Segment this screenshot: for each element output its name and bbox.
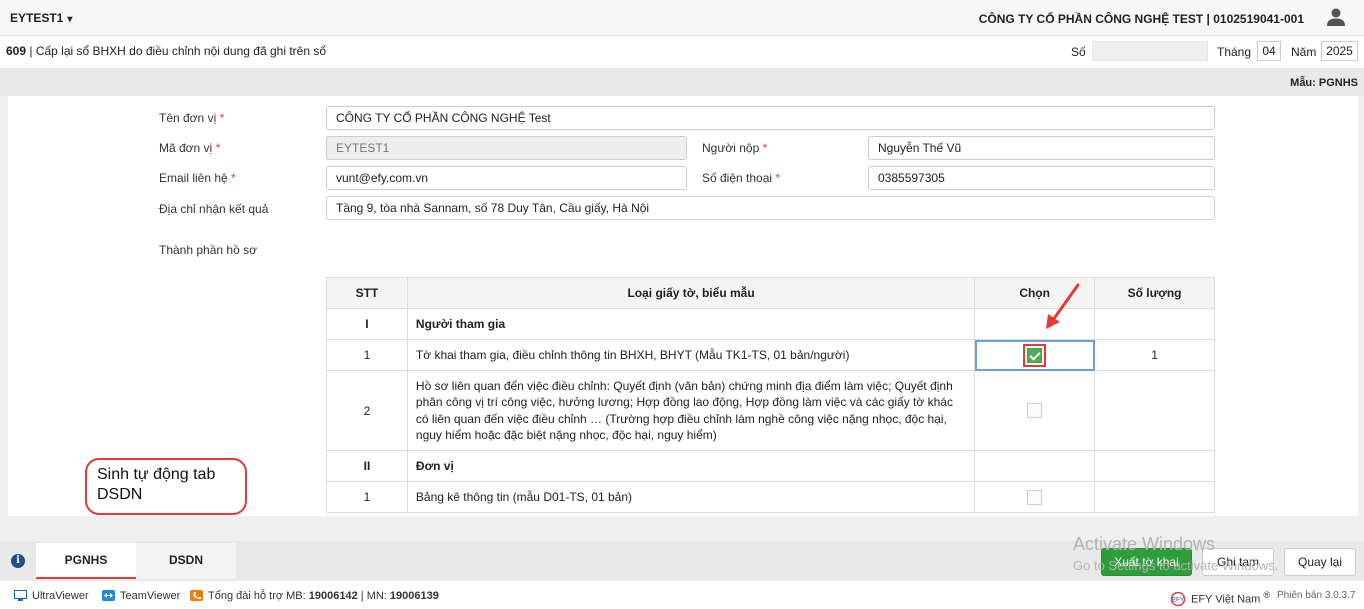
- row-chon: [974, 481, 1096, 513]
- brand: EFY EFY Việt Nam ®: [1170, 590, 1270, 606]
- highlight-box: [1023, 343, 1047, 367]
- row-qty[interactable]: [1094, 481, 1215, 513]
- tab-dsdn[interactable]: DSDN: [136, 543, 236, 579]
- row-stt: 1: [326, 339, 408, 371]
- thanh-phan-label: Thành phần hồ sơ: [159, 243, 257, 257]
- company-name: CÔNG TY CỔ PHẦN CÔNG NGHỆ TEST | 0102519…: [978, 12, 1304, 26]
- email-label: Email liên hệ *: [159, 171, 236, 185]
- thang-field[interactable]: 04: [1257, 41, 1281, 61]
- thang-label: Tháng: [1217, 45, 1252, 59]
- back-button[interactable]: Quay lại: [1284, 548, 1356, 576]
- chevron-down-icon: ▾: [67, 14, 73, 25]
- teamviewer-icon: [102, 590, 115, 601]
- form-name: | Cấp lại sổ BHXH do điều chỉnh nội dung…: [26, 44, 327, 58]
- template-strip: Mẫu: PGNHS: [0, 68, 1364, 96]
- activation-watermark-title: Activate Windows: [1073, 534, 1216, 554]
- table-row: 2 Hồ sơ liên quan đến việc điều chỉnh: Q…: [326, 370, 1215, 451]
- ma-don-vi-label: Mã đơn vị *: [159, 141, 221, 155]
- nguoi-nop-label: Người nộp *: [702, 141, 768, 155]
- version-label: Phiên bản 3.0.3.7: [1277, 590, 1356, 601]
- row-stt: 1: [326, 481, 408, 513]
- form-header: 609 | Cấp lại sổ BHXH do điều chỉnh nội …: [0, 36, 1364, 68]
- info-icon[interactable]: i: [11, 554, 25, 568]
- dia-chi-input[interactable]: Tầng 9, tòa nhà Sannam, số 78 Duy Tân, C…: [326, 196, 1215, 220]
- activation-watermark-text: Go to Settings to activate Windows.: [1073, 558, 1279, 573]
- table-row: 1 Bảng kê thông tin (mẫu D01-TS, 01 bản): [326, 481, 1215, 513]
- form-code: 609: [6, 44, 27, 58]
- ultraviewer-link[interactable]: UltraViewer: [14, 590, 89, 602]
- row-stt: 2: [326, 370, 408, 451]
- template-label: Mẫu: PGNHS: [1290, 77, 1358, 89]
- ma-don-vi-input: EYTEST1: [326, 136, 687, 160]
- row-chon: [974, 450, 1096, 482]
- col-so-luong: Số lượng: [1094, 277, 1215, 309]
- select-checkbox-checked[interactable]: [1027, 347, 1043, 363]
- annotation-callout: Sinh tự động tab DSDN: [85, 458, 247, 515]
- user-icon[interactable]: [1326, 7, 1346, 27]
- dia-chi-label: Địa chỉ nhận kết quả: [159, 202, 269, 216]
- row-stt: II: [326, 450, 408, 482]
- row-name: Người tham gia: [406, 308, 976, 340]
- top-bar: EYTEST1 ▾ CÔNG TY CỔ PHẦN CÔNG NGHỆ TEST …: [0, 0, 1364, 36]
- hotline: Tổng đài hỗ trợ MB: 19006142 | MN: 19006…: [190, 590, 439, 602]
- row-name: Tờ khai tham gia, điều chỉnh thông tin B…: [406, 339, 976, 371]
- so-dien-thoai-label: Số điện thoại *: [702, 171, 781, 185]
- nam-field[interactable]: 2025: [1321, 41, 1358, 61]
- tenant-name: EYTEST1: [10, 11, 64, 25]
- svg-text:EFY: EFY: [1172, 597, 1184, 603]
- ultraviewer-icon: [14, 590, 27, 601]
- row-stt: I: [326, 308, 408, 340]
- row-name: Đơn vị: [406, 450, 976, 482]
- row-chon: [974, 339, 1096, 371]
- so-field[interactable]: [1092, 41, 1208, 61]
- ten-don-vi-input[interactable]: CÔNG TY CỔ PHẦN CÔNG NGHỆ Test: [326, 106, 1215, 130]
- col-loai-giay-to: Loại giấy tờ, biểu mẫu: [406, 277, 976, 309]
- footer: UltraViewer TeamViewer Tổng đài hỗ trợ M…: [0, 581, 1364, 609]
- col-stt: STT: [326, 277, 408, 309]
- form-title: 609 | Cấp lại sổ BHXH do điều chỉnh nội …: [6, 44, 326, 58]
- nam-label: Năm: [1291, 45, 1317, 59]
- table-row: II Đơn vị: [326, 450, 1215, 482]
- row-chon: [974, 370, 1096, 451]
- teamviewer-link[interactable]: TeamViewer: [102, 590, 180, 602]
- row-name: Hồ sơ liên quan đến việc điều chỉnh: Quy…: [406, 370, 976, 451]
- row-qty[interactable]: 1: [1094, 339, 1215, 371]
- ten-don-vi-label: Tên đơn vị *: [159, 111, 225, 125]
- nguoi-nop-input[interactable]: Nguyễn Thế Vũ: [868, 136, 1215, 160]
- annotation-arrow: [1046, 283, 1080, 329]
- so-dien-thoai-input[interactable]: 0385597305: [868, 166, 1215, 190]
- row-qty: [1094, 308, 1215, 340]
- select-checkbox[interactable]: [1027, 489, 1043, 505]
- form-content: Tên đơn vị * CÔNG TY CỔ PHẦN CÔNG NGHỆ T…: [8, 96, 1358, 516]
- phone-icon: [190, 590, 203, 601]
- row-name: Bảng kê thông tin (mẫu D01-TS, 01 bản): [406, 481, 976, 513]
- row-qty: [1094, 450, 1215, 482]
- tab-pgnhs[interactable]: PGNHS: [36, 543, 136, 579]
- so-label: Số: [1071, 45, 1086, 59]
- row-qty[interactable]: [1094, 370, 1215, 451]
- table-row: 1 Tờ khai tham gia, điều chỉnh thông tin…: [326, 339, 1215, 371]
- efy-logo-icon: EFY: [1170, 591, 1186, 606]
- tenant-selector[interactable]: EYTEST1 ▾: [10, 11, 72, 25]
- select-checkbox[interactable]: [1027, 403, 1043, 419]
- email-input[interactable]: vunt@efy.com.vn: [326, 166, 687, 190]
